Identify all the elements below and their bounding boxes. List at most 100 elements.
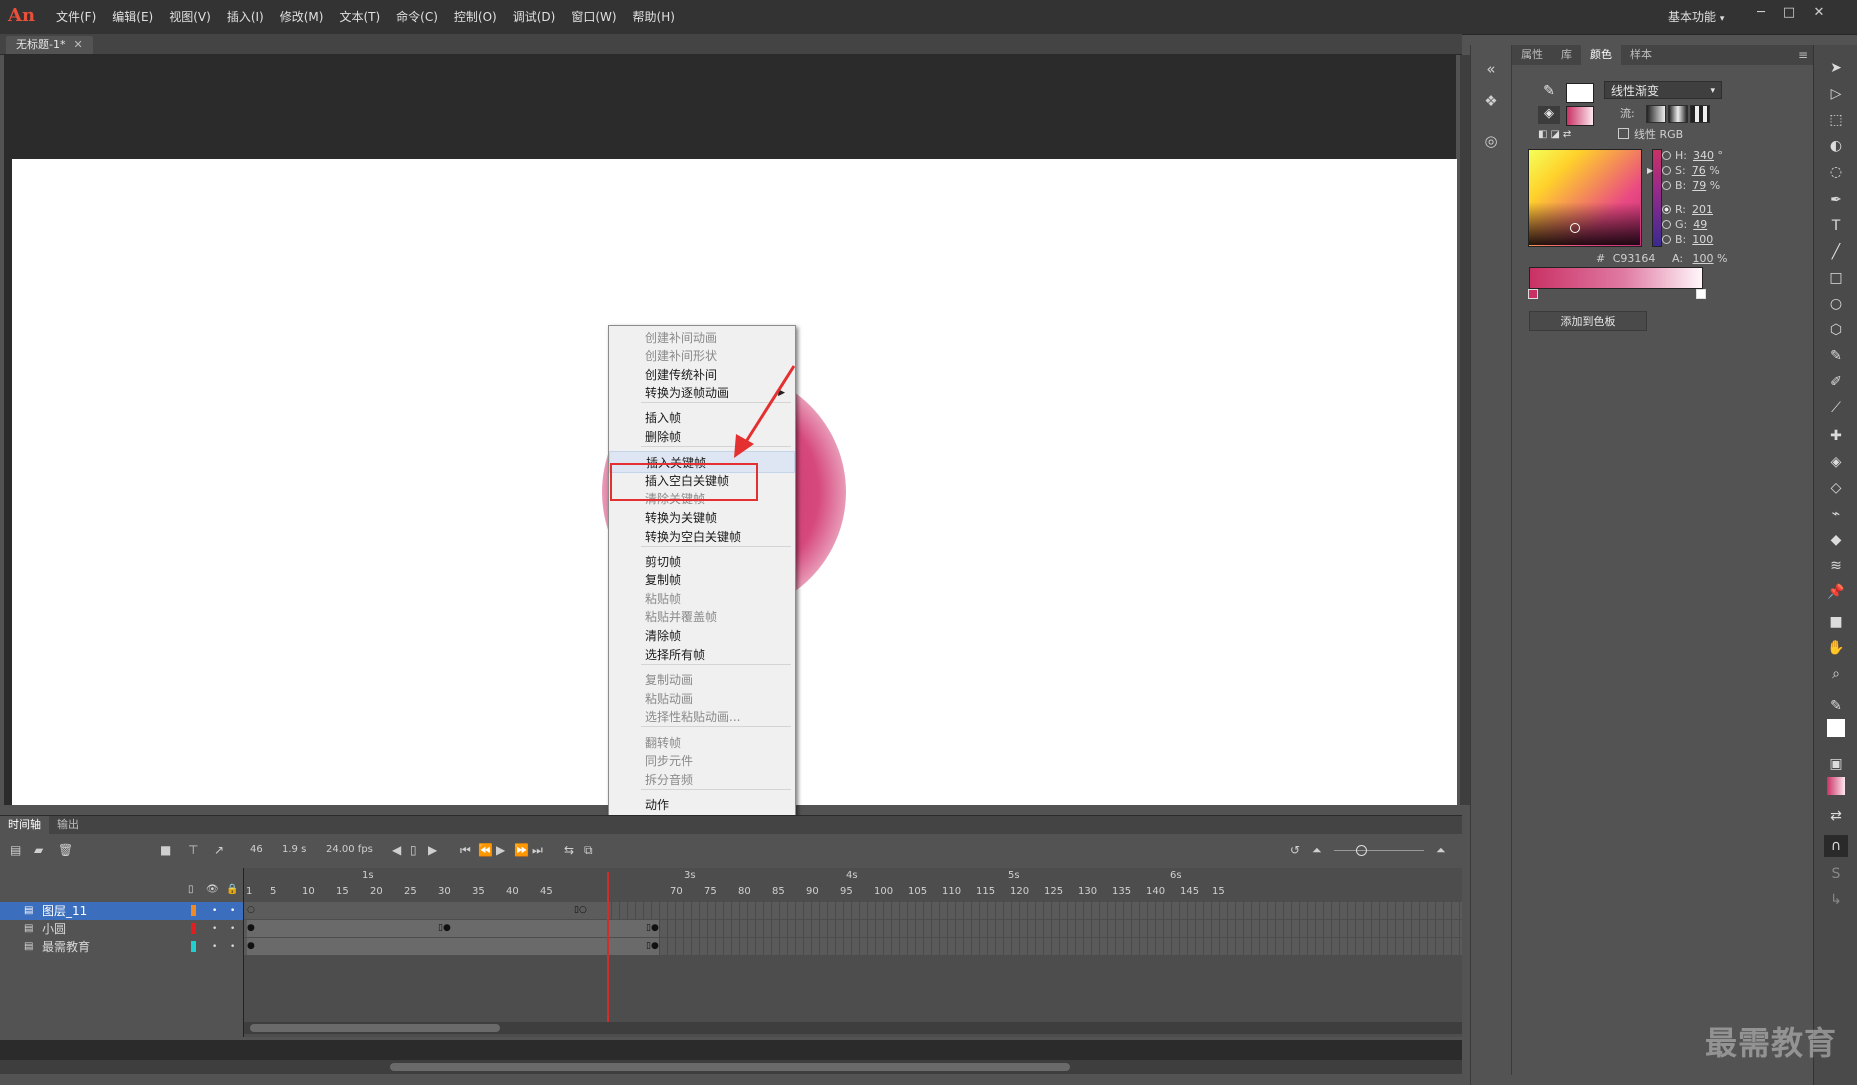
menu-window[interactable]: 窗口(W): [563, 0, 624, 34]
play-icon[interactable]: ▶: [496, 843, 505, 857]
flow-reflect-button[interactable]: [1668, 105, 1688, 123]
current-frame[interactable]: 46: [250, 844, 263, 855]
frame-ruler[interactable]: 1 5 10 15 20 25 30 35 40 45 70 75 80 85 90 95 100 105 110 1…: [244, 884, 1462, 898]
hue-row[interactable]: H: 340 °: [1662, 149, 1723, 163]
rectangle-tool-icon[interactable]: □: [1824, 267, 1848, 289]
close-window-button[interactable]: ✕: [1808, 4, 1830, 22]
menu-modify[interactable]: 修改(M): [272, 0, 332, 34]
frame-rate[interactable]: 24.00 fps: [326, 844, 373, 855]
saturation-value[interactable]: 76: [1692, 164, 1706, 177]
visibility-dot[interactable]: •: [212, 920, 217, 938]
layer-parenting-icon[interactable]: ⊤: [188, 843, 198, 857]
hand-tool-icon[interactable]: ✋: [1824, 637, 1848, 659]
ink-bottle-tool-icon[interactable]: ◇: [1824, 477, 1848, 499]
blue-value[interactable]: 100: [1692, 233, 1713, 246]
visibility-dot[interactable]: •: [212, 938, 217, 956]
stroke-color-icon[interactable]: ✎: [1538, 83, 1560, 101]
tab-swatches[interactable]: 样本: [1621, 45, 1661, 65]
green-row[interactable]: G: 49: [1662, 218, 1707, 232]
step-back-icon[interactable]: ⏪: [478, 843, 493, 857]
pin-tool-icon[interactable]: 📌: [1824, 581, 1848, 603]
polystar-tool-icon[interactable]: ⬡: [1824, 319, 1848, 341]
fill-color-tool-swatch[interactable]: [1827, 777, 1845, 795]
panel-menu-icon[interactable]: ≡: [1798, 48, 1808, 62]
linear-rgb-checkbox[interactable]: 线性 RGB: [1618, 127, 1683, 143]
zoom-tool-icon[interactable]: ⌕: [1824, 663, 1848, 685]
red-value[interactable]: 201: [1692, 203, 1713, 216]
keyframe-marker[interactable]: ●: [247, 941, 255, 951]
playhead[interactable]: [607, 872, 609, 1022]
fill-color-icon[interactable]: ◈: [1538, 106, 1560, 124]
stage-vertical-scrollbar[interactable]: [1460, 55, 1470, 805]
brightness-row[interactable]: B: 79 %: [1662, 179, 1720, 193]
center-frame-icon[interactable]: ↺: [1290, 843, 1300, 857]
tab-properties[interactable]: 属性: [1512, 45, 1552, 65]
layer-row[interactable]: ▤ 最需教育 • •: [0, 938, 243, 956]
hex-value[interactable]: C93164: [1613, 252, 1656, 265]
layer-color-swatch[interactable]: [191, 941, 196, 952]
elapsed-time[interactable]: 1.9 s: [282, 844, 306, 855]
pen-tool-icon[interactable]: ✒: [1824, 189, 1848, 211]
tab-color[interactable]: 颜色: [1581, 45, 1621, 65]
stroke-color-swatch[interactable]: [1566, 83, 1594, 103]
timeline-scroll-thumb[interactable]: [250, 1024, 500, 1032]
menu-view[interactable]: 视图(V): [161, 0, 219, 34]
color-picker-cursor[interactable]: [1570, 223, 1580, 233]
gradient-stop-left[interactable]: [1528, 289, 1538, 299]
bone-tool-icon[interactable]: ✚: [1824, 425, 1848, 447]
keyframe-marker[interactable]: ▯○: [574, 905, 587, 915]
brightness-value[interactable]: 79: [1692, 179, 1706, 192]
fill-color-tool-icon[interactable]: ▣: [1824, 753, 1848, 775]
flow-extend-button[interactable]: [1646, 105, 1666, 123]
camera-layer-icon[interactable]: ■: [160, 843, 171, 857]
snap-to-objects-icon[interactable]: ∩: [1824, 835, 1848, 857]
zoom-in-timeline-icon[interactable]: ⏶: [1436, 843, 1446, 858]
menu-insert[interactable]: 插入(I): [219, 0, 272, 34]
visibility-dot[interactable]: •: [212, 902, 217, 920]
delete-layer-icon[interactable]: 🗑: [58, 843, 73, 857]
fill-color-swatch[interactable]: [1566, 106, 1594, 126]
keyframe-marker[interactable]: ●: [247, 923, 255, 933]
blue-row[interactable]: B: 100: [1662, 233, 1713, 247]
new-layer-icon[interactable]: ▤: [10, 843, 21, 857]
prev-keyframe-icon[interactable]: ◀: [392, 843, 401, 857]
layer-row[interactable]: ▤ 小圆 • •: [0, 920, 243, 938]
camera-tool-icon[interactable]: ■: [1824, 611, 1848, 633]
lock-dot[interactable]: •: [230, 938, 235, 956]
green-value[interactable]: 49: [1693, 218, 1707, 231]
oval-tool-icon[interactable]: ○: [1824, 293, 1848, 315]
layer-color-swatch[interactable]: [191, 923, 196, 934]
frame-span[interactable]: [247, 938, 659, 955]
loop-icon[interactable]: ⇆: [564, 843, 574, 857]
tab-timeline[interactable]: 时间轴: [0, 816, 49, 834]
tab-library[interactable]: 库: [1552, 45, 1581, 65]
menu-help[interactable]: 帮助(H): [625, 0, 683, 34]
hue-slider[interactable]: [1652, 149, 1662, 247]
timeline-zoom-slider[interactable]: [1334, 850, 1424, 851]
layer-row[interactable]: ▤ 图层_11 • •: [0, 902, 243, 920]
width-tool-icon[interactable]: ≋: [1824, 555, 1848, 577]
pencil-tool-icon[interactable]: ✎: [1824, 345, 1848, 367]
menu-debug[interactable]: 调试(D): [505, 0, 564, 34]
onion-skin-icon[interactable]: ⧉: [584, 843, 593, 858]
zoom-out-timeline-icon[interactable]: ⏶: [1312, 843, 1322, 858]
menu-commands[interactable]: 命令(C): [388, 0, 446, 34]
step-forward-icon[interactable]: ⏩: [514, 843, 529, 857]
text-tool-icon[interactable]: T: [1824, 215, 1848, 237]
menu-edit[interactable]: 编辑(E): [104, 0, 161, 34]
new-folder-icon[interactable]: ▰: [34, 843, 43, 857]
hue-value[interactable]: 340: [1693, 149, 1714, 162]
lasso-tool-icon[interactable]: ◌: [1824, 161, 1848, 183]
close-tab-icon[interactable]: ✕: [73, 38, 82, 51]
stage-scroll-thumb[interactable]: [390, 1063, 1070, 1071]
paint-bucket-tool-icon[interactable]: ◈: [1824, 451, 1848, 473]
highlight-layers-icon[interactable]: ▯: [188, 884, 194, 895]
straighten-icon[interactable]: ↳: [1824, 889, 1848, 911]
timeline-zoom-handle[interactable]: [1356, 845, 1367, 856]
gradient-type-select[interactable]: 线性渐变 ▾: [1604, 81, 1722, 99]
minimize-button[interactable]: ─: [1750, 4, 1772, 22]
go-to-first-frame-icon[interactable]: ⏮: [460, 843, 471, 858]
add-to-swatches-button[interactable]: 添加到色板: [1529, 311, 1647, 331]
workspace-switcher[interactable]: 基本功能 ▾: [1660, 8, 1732, 26]
stroke-color-tool-swatch[interactable]: [1827, 719, 1845, 737]
